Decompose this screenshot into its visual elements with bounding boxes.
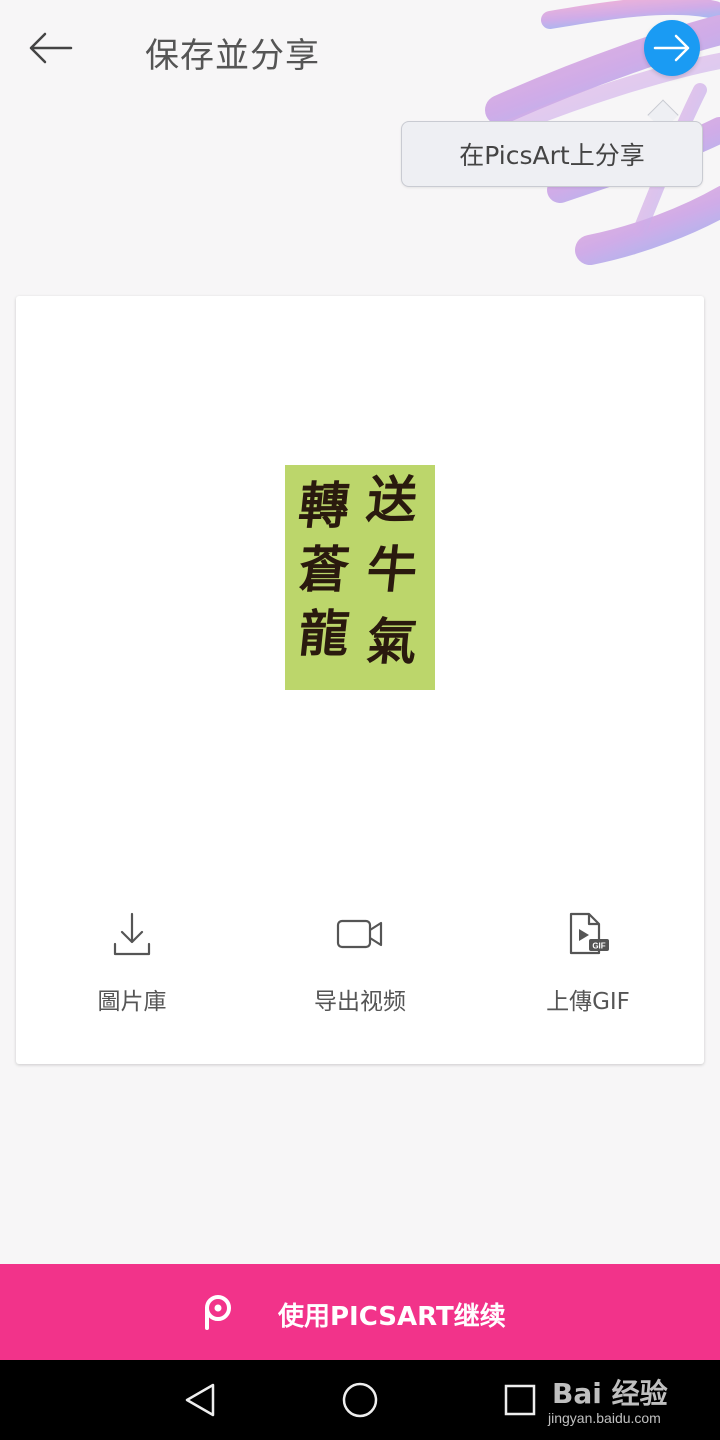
calligraphy-char: 氣 (363, 612, 421, 671)
export-video-button[interactable]: 导出视频 (260, 906, 460, 1026)
cta-label: 使用PICSART继续 (278, 1302, 506, 1332)
continue-with-picsart-button[interactable]: 使用PICSART继续 (0, 1264, 720, 1360)
arrow-left-icon (29, 32, 73, 64)
top-bar: 保存並分享 (0, 0, 720, 100)
arrow-right-icon (653, 34, 690, 62)
upload-gif-button[interactable]: GIF 上傳GIF (488, 906, 688, 1026)
next-button[interactable] (644, 20, 700, 76)
gif-file-icon: GIF (560, 906, 616, 962)
video-camera-icon (332, 906, 388, 962)
share-actions: 圖片庫 导出视频 GIF 上傳GIF (16, 906, 704, 1026)
circle-home-icon (342, 1382, 378, 1418)
share-tooltip[interactable]: 在PicsArt上分享 (401, 121, 703, 187)
calligraphy-char: 送 (363, 470, 421, 529)
calligraphy-char: 蒼 (295, 540, 353, 599)
picsart-logo-icon (205, 1295, 231, 1330)
save-to-gallery-button[interactable]: 圖片庫 (32, 906, 232, 1026)
calligraphy-column-left: 轉 蒼 龍 (295, 476, 353, 663)
page-title: 保存並分享 (145, 36, 320, 76)
image-preview: 送 牛 氣 轉 蒼 龍 (285, 465, 435, 690)
calligraphy-column-right: 送 牛 氣 (363, 470, 421, 671)
system-home-button[interactable] (338, 1378, 382, 1422)
watermark-main: Bai 经验 (552, 1377, 668, 1410)
triangle-back-icon (185, 1383, 215, 1417)
system-back-button[interactable] (178, 1378, 222, 1422)
calligraphy-char: 龍 (295, 604, 353, 663)
download-icon (104, 906, 160, 962)
share-card: 送 牛 氣 轉 蒼 龍 圖片庫 导出视频 GIF 上傳GIF (16, 296, 704, 1064)
system-recents-button[interactable] (498, 1378, 542, 1422)
action-label: 圖片庫 (97, 989, 167, 1015)
tooltip-text: 在PicsArt上分享 (459, 141, 645, 170)
back-button[interactable] (22, 24, 78, 72)
baidu-watermark: Bai 经验 jingyan.baidu.com (548, 1372, 718, 1432)
action-label: 导出视频 (314, 989, 406, 1015)
watermark-url: jingyan.baidu.com (548, 1410, 661, 1426)
svg-text:GIF: GIF (592, 942, 605, 951)
square-recents-icon (504, 1384, 536, 1416)
calligraphy-char: 牛 (363, 540, 421, 599)
calligraphy-char: 轉 (295, 476, 353, 535)
action-label: 上傳GIF (546, 989, 630, 1015)
